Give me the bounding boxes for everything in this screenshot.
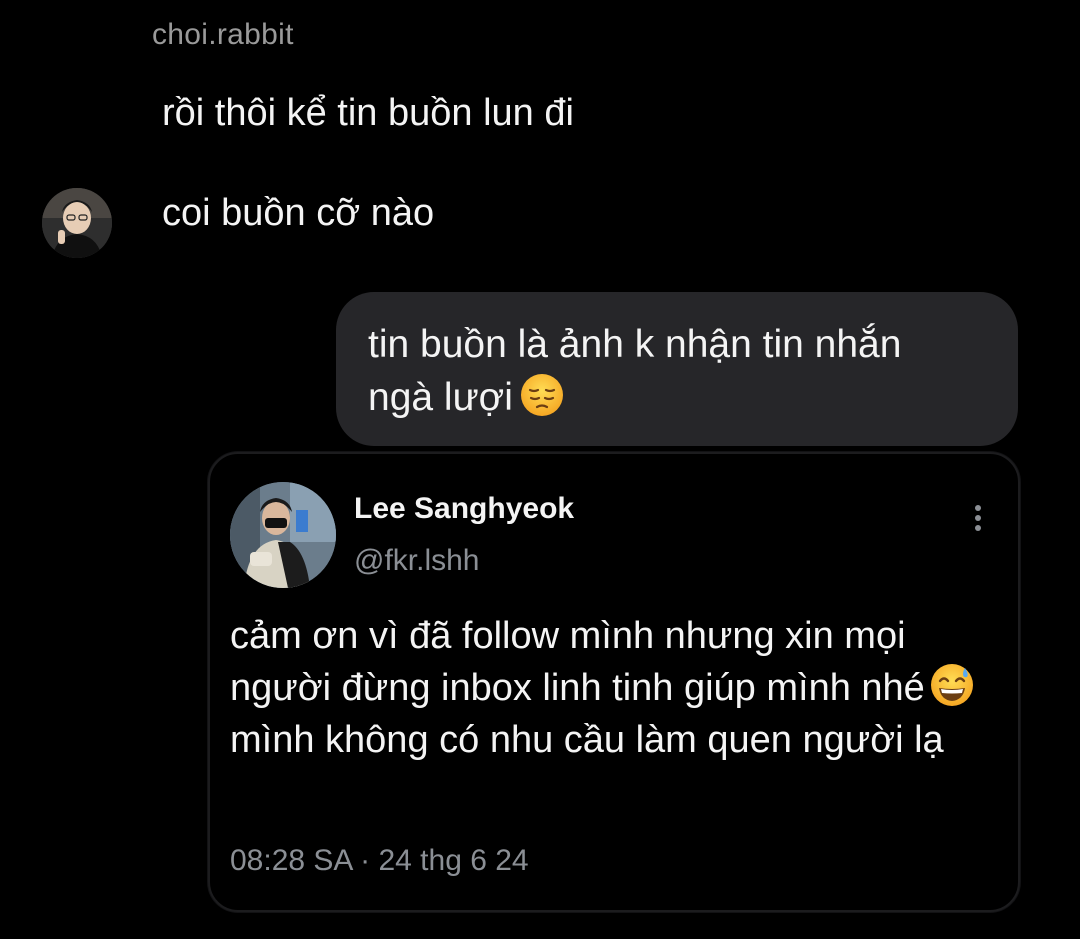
avatar[interactable] xyxy=(42,188,112,258)
tweet-timestamp[interactable]: 08:28 SA · 24 thg 6 24 xyxy=(230,844,529,878)
tweet-text-part-2: mình không có nhu cầu làm quen người lạ xyxy=(230,719,944,761)
tweet-author-handle[interactable]: @fkr.lshh xyxy=(354,544,480,578)
tweet-author-avatar[interactable] xyxy=(230,482,336,588)
shared-tweet-card[interactable]: Lee Sanghyeok @fkr.lshh cảm ơn vì đã fol… xyxy=(208,452,1020,912)
pensive-face-icon xyxy=(520,374,563,416)
tweet-author-name[interactable]: Lee Sanghyeok xyxy=(354,492,574,526)
outgoing-message-text: tin buồn là ảnh k nhận tin nhắn ngà lượi xyxy=(368,318,988,424)
tweet-meta-separator: · xyxy=(360,844,371,877)
avatar-photo xyxy=(42,188,112,258)
sender-name: choi.rabbit xyxy=(152,18,294,51)
more-options-icon[interactable] xyxy=(974,504,982,532)
outgoing-line-1: tin buồn là ảnh k nhận tin nhắn xyxy=(368,323,902,366)
tweet-text-part-1: cảm ơn vì đã follow mình nhưng xin mọi n… xyxy=(230,615,925,709)
tweet-avatar-photo xyxy=(230,482,336,588)
outgoing-message-bubble[interactable]: tin buồn là ảnh k nhận tin nhắn ngà lượi xyxy=(336,292,1018,446)
tweet-date: 24 thg 6 24 xyxy=(378,844,529,877)
incoming-message[interactable]: rồi thôi kể tin buồn lun đi xyxy=(162,92,574,135)
tweet-body: cảm ơn vì đã follow mình nhưng xin mọi n… xyxy=(230,610,1010,766)
outgoing-line-2: ngà lượi xyxy=(368,376,513,419)
grinning-face-with-sweat-icon xyxy=(930,664,973,706)
incoming-message[interactable]: coi buồn cỡ nào xyxy=(162,192,434,235)
tweet-time: 08:28 SA xyxy=(230,844,352,877)
